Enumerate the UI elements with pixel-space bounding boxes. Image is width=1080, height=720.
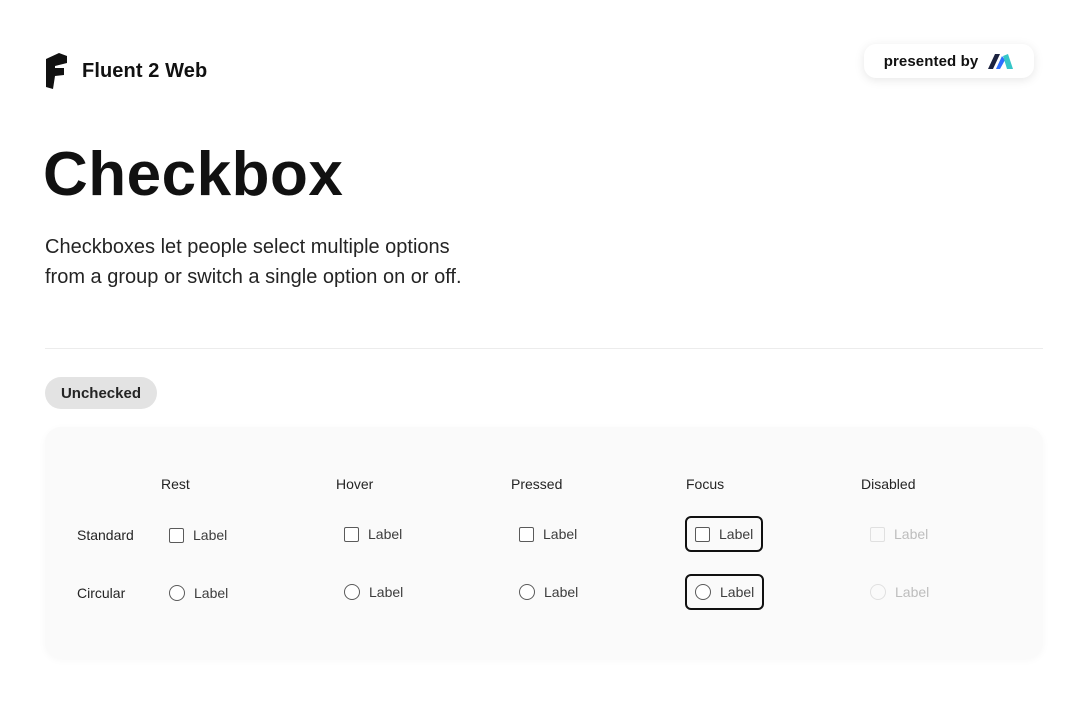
presenter-logo-icon bbox=[988, 54, 1014, 69]
checkbox-label: Label bbox=[720, 584, 755, 600]
checkbox-label: Label bbox=[194, 585, 229, 601]
column-header-hover: Hover bbox=[336, 476, 374, 492]
circular-checkbox-rest[interactable]: Label bbox=[169, 585, 228, 601]
presented-by-badge[interactable]: presented by bbox=[864, 44, 1034, 78]
checkbox-label: Label bbox=[543, 526, 578, 542]
checkbox-label: Label bbox=[368, 526, 403, 542]
checkbox-label: Label bbox=[719, 526, 754, 542]
standard-checkbox-pressed[interactable]: Label bbox=[519, 526, 577, 542]
checkbox-square-icon[interactable] bbox=[519, 526, 534, 542]
standard-checkbox-focus[interactable]: Label bbox=[685, 516, 764, 552]
circular-checkbox-hover[interactable]: Label bbox=[344, 584, 403, 600]
checkbox-circle-icon[interactable] bbox=[169, 585, 185, 601]
standard-checkbox-disabled: Label bbox=[870, 526, 928, 542]
fluent-logo-icon bbox=[46, 53, 67, 89]
checkbox-label: Label bbox=[895, 584, 930, 600]
standard-checkbox-rest[interactable]: Label bbox=[169, 527, 227, 543]
row-header-circular: Circular bbox=[77, 585, 126, 601]
checkbox-label: Label bbox=[544, 584, 579, 600]
column-header-pressed: Pressed bbox=[511, 476, 563, 492]
checkbox-circle-icon[interactable] bbox=[695, 584, 711, 600]
circular-checkbox-disabled: Label bbox=[870, 584, 929, 600]
checkbox-square-icon bbox=[870, 526, 885, 542]
description-line-1: Checkboxes let people select multiple op… bbox=[45, 236, 450, 258]
column-header-rest: Rest bbox=[161, 476, 190, 492]
column-header-focus: Focus bbox=[686, 476, 725, 492]
checkbox-circle-icon[interactable] bbox=[344, 584, 360, 600]
checkbox-label: Label bbox=[193, 527, 228, 543]
checkbox-label: Label bbox=[894, 526, 929, 542]
checkbox-square-icon[interactable] bbox=[169, 527, 184, 543]
checkbox-square-icon[interactable] bbox=[695, 526, 710, 542]
presented-by-text: presented by bbox=[883, 52, 979, 70]
checkbox-label: Label bbox=[369, 584, 404, 600]
unchecked-state-badge: Unchecked bbox=[45, 377, 157, 409]
page-title: Checkbox bbox=[43, 140, 344, 209]
brand-name: Fluent 2 Web bbox=[82, 59, 208, 82]
page-description: Checkboxes let people select multiple op… bbox=[45, 232, 505, 292]
brand[interactable]: Fluent 2 Web bbox=[45, 53, 207, 89]
standard-checkbox-hover[interactable]: Label bbox=[344, 526, 402, 542]
section-divider bbox=[45, 348, 1043, 349]
circular-checkbox-focus[interactable]: Label bbox=[685, 574, 765, 610]
column-header-disabled: Disabled bbox=[861, 476, 916, 492]
checkbox-square-icon[interactable] bbox=[344, 526, 359, 542]
circular-checkbox-pressed[interactable]: Label bbox=[519, 584, 578, 600]
description-line-2: from a group or switch a single option o… bbox=[45, 266, 462, 288]
row-header-standard: Standard bbox=[77, 527, 134, 543]
checkbox-circle-icon[interactable] bbox=[519, 584, 535, 600]
checkbox-circle-icon bbox=[870, 584, 886, 600]
